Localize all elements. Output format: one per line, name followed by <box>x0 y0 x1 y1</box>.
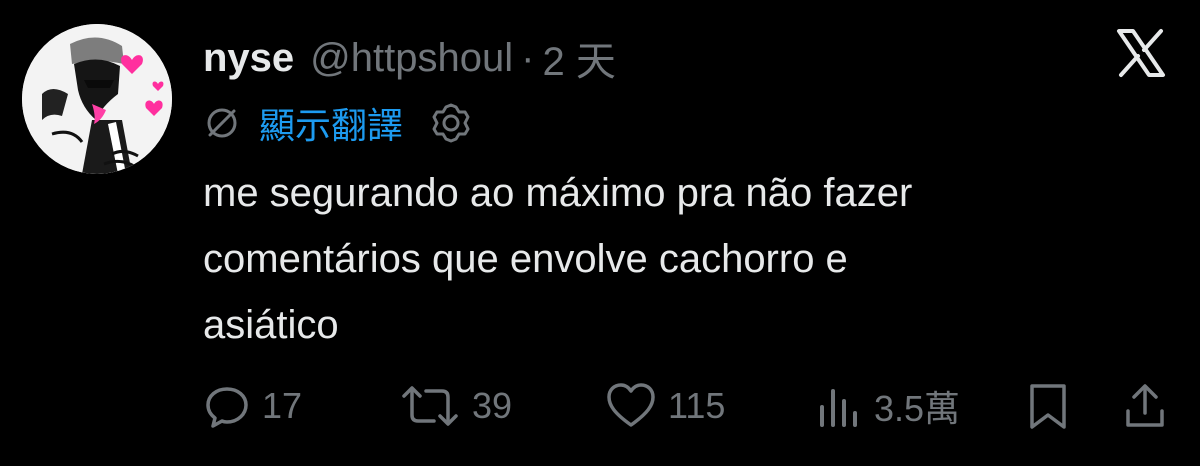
translate-row: 顯示翻譯 <box>203 98 473 148</box>
retweet-button[interactable]: 39 <box>398 376 512 436</box>
avatar[interactable] <box>22 24 172 174</box>
bookmark-icon <box>1030 384 1066 429</box>
reply-button[interactable]: 17 <box>202 376 302 436</box>
tweet-text-line: asiático <box>203 303 339 347</box>
tweet-text: me segurando ao máximo pra não fazer com… <box>203 160 1163 358</box>
like-button[interactable]: 115 <box>604 376 725 436</box>
reply-count: 17 <box>262 385 303 426</box>
separator-dot: · <box>521 35 535 80</box>
timestamp[interactable]: 2 天 <box>542 29 615 87</box>
avatar-image <box>22 24 172 174</box>
tweet-text-line: comentários que envolve cachorro e <box>203 237 848 281</box>
share-button[interactable] <box>1120 376 1170 436</box>
tweet-text-line: me segurando ao máximo pra não fazer <box>203 171 913 215</box>
display-name[interactable]: nyse <box>203 36 294 81</box>
reply-icon <box>206 387 248 428</box>
views-icon <box>820 389 857 427</box>
globe-slash-icon <box>207 108 237 138</box>
action-bar: 17 39 115 3.5萬 <box>200 376 1180 436</box>
bookmark-button[interactable] <box>1026 376 1070 436</box>
retweet-icon <box>402 386 458 426</box>
share-icon <box>1126 384 1164 427</box>
views-button[interactable]: 3.5萬 <box>814 376 960 436</box>
gear-icon[interactable] <box>429 101 473 145</box>
x-logo-icon[interactable] <box>1106 18 1176 88</box>
user-handle[interactable]: @httpshoul <box>310 36 513 81</box>
show-translation-link[interactable]: 顯示翻譯 <box>259 97 403 149</box>
heart-icon <box>607 383 655 427</box>
like-count: 115 <box>668 385 726 426</box>
retweet-count: 39 <box>472 385 513 426</box>
tweet-header: nyse @httpshoul · 2 天 <box>203 30 616 86</box>
views-count: 3.5萬 <box>874 388 961 429</box>
